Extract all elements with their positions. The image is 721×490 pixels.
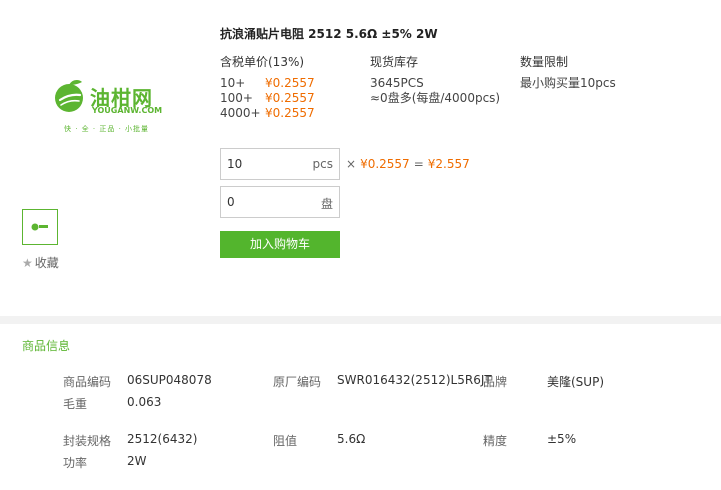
stock-reels: ≈0盘多(每盘/4000pcs) xyxy=(370,91,501,105)
tier-qty: 4000+ xyxy=(220,106,261,120)
code-label: 商品编码 xyxy=(63,375,112,389)
product-summary: 油柑网 YOUGANW.COM 快 · 全 · 正品 · 小批量 ★ 收藏 抗浪涌… xyxy=(0,0,721,316)
mfr-code-value: SWR016432(2512)L5R6JT xyxy=(337,373,492,387)
mfr-code-label: 原厂编码 xyxy=(273,375,322,389)
price-tier-row: 4000+ ¥0.2557 xyxy=(220,106,315,121)
favorite-label: 收藏 xyxy=(34,256,59,270)
logo-brand-en: YOUGANW.COM xyxy=(92,106,163,115)
limit-info: 最小购买量10pcs xyxy=(520,76,616,91)
orange-leaf-icon xyxy=(55,80,83,112)
price-header: 含税单价(13%) xyxy=(220,55,305,69)
resistance-label: 阻值 xyxy=(273,434,298,448)
power-value: 2W xyxy=(127,454,147,468)
price-tier-row: 10+ ¥0.2557 xyxy=(220,76,315,91)
code-value: 06SUP048078 xyxy=(127,373,212,387)
equals-sign: = xyxy=(413,157,424,171)
tier-price: ¥0.2557 xyxy=(265,91,315,105)
min-purchase: 最小购买量10pcs xyxy=(520,76,616,90)
star-icon: ★ xyxy=(22,256,33,270)
package-value: 2512(6432) xyxy=(127,432,198,446)
tier-price: ¥0.2557 xyxy=(265,106,315,120)
site-logo: 油柑网 YOUGANW.COM 快 · 全 · 正品 · 小批量 xyxy=(52,76,172,136)
resistance-value: 5.6Ω xyxy=(337,432,366,446)
power-label: 功率 xyxy=(63,456,88,470)
weight-value: 0.063 xyxy=(127,395,162,409)
logo-slogan: 快 · 全 · 正品 · 小批量 xyxy=(64,125,150,133)
stock-count: 3645PCS xyxy=(370,76,424,90)
mini-logo-icon xyxy=(31,223,48,231)
brand-value: 美隆(SUP) xyxy=(547,375,605,389)
weight-label: 毛重 xyxy=(63,397,88,411)
quantity-field[interactable]: pcs xyxy=(220,148,340,180)
reel-field[interactable]: 盘 xyxy=(220,186,340,218)
tolerance-label: 精度 xyxy=(483,434,508,448)
brand-label: 品牌 xyxy=(483,375,508,389)
reel-input[interactable] xyxy=(221,187,311,217)
price-tiers: 10+ ¥0.2557 100+ ¥0.2557 4000+ ¥0.2557 xyxy=(220,76,315,121)
tolerance-value: ±5% xyxy=(547,432,577,446)
tier-price: ¥0.2557 xyxy=(265,76,315,90)
tier-qty: 100+ xyxy=(220,91,253,105)
product-title: 抗浪涌贴片电阻 2512 5.6Ω ±5% 2W xyxy=(220,27,438,41)
calc-unit-price: ¥0.2557 xyxy=(360,157,410,171)
tier-qty: 10+ xyxy=(220,76,246,90)
calc-total: ¥2.557 xyxy=(427,157,470,171)
reel-unit: 盘 xyxy=(320,197,333,211)
product-thumbnail[interactable] xyxy=(22,209,58,245)
add-to-cart-button[interactable]: 加入购物车 xyxy=(220,231,340,258)
multiply-sign: × xyxy=(346,157,357,171)
quantity-unit: pcs xyxy=(312,157,333,171)
favorite-button[interactable]: ★ 收藏 xyxy=(22,254,59,271)
quantity-input[interactable] xyxy=(221,149,311,179)
limit-header: 数量限制 xyxy=(520,55,569,69)
price-tier-row: 100+ ¥0.2557 xyxy=(220,91,315,106)
section-divider xyxy=(0,316,721,324)
product-info-title: 商品信息 xyxy=(22,339,71,353)
price-calculation: × ¥0.2557 = ¥2.557 xyxy=(346,157,470,171)
package-label: 封装规格 xyxy=(63,434,112,448)
stock-info: 3645PCS ≈0盘多(每盘/4000pcs) xyxy=(370,76,500,106)
stock-header: 现货库存 xyxy=(370,55,419,69)
